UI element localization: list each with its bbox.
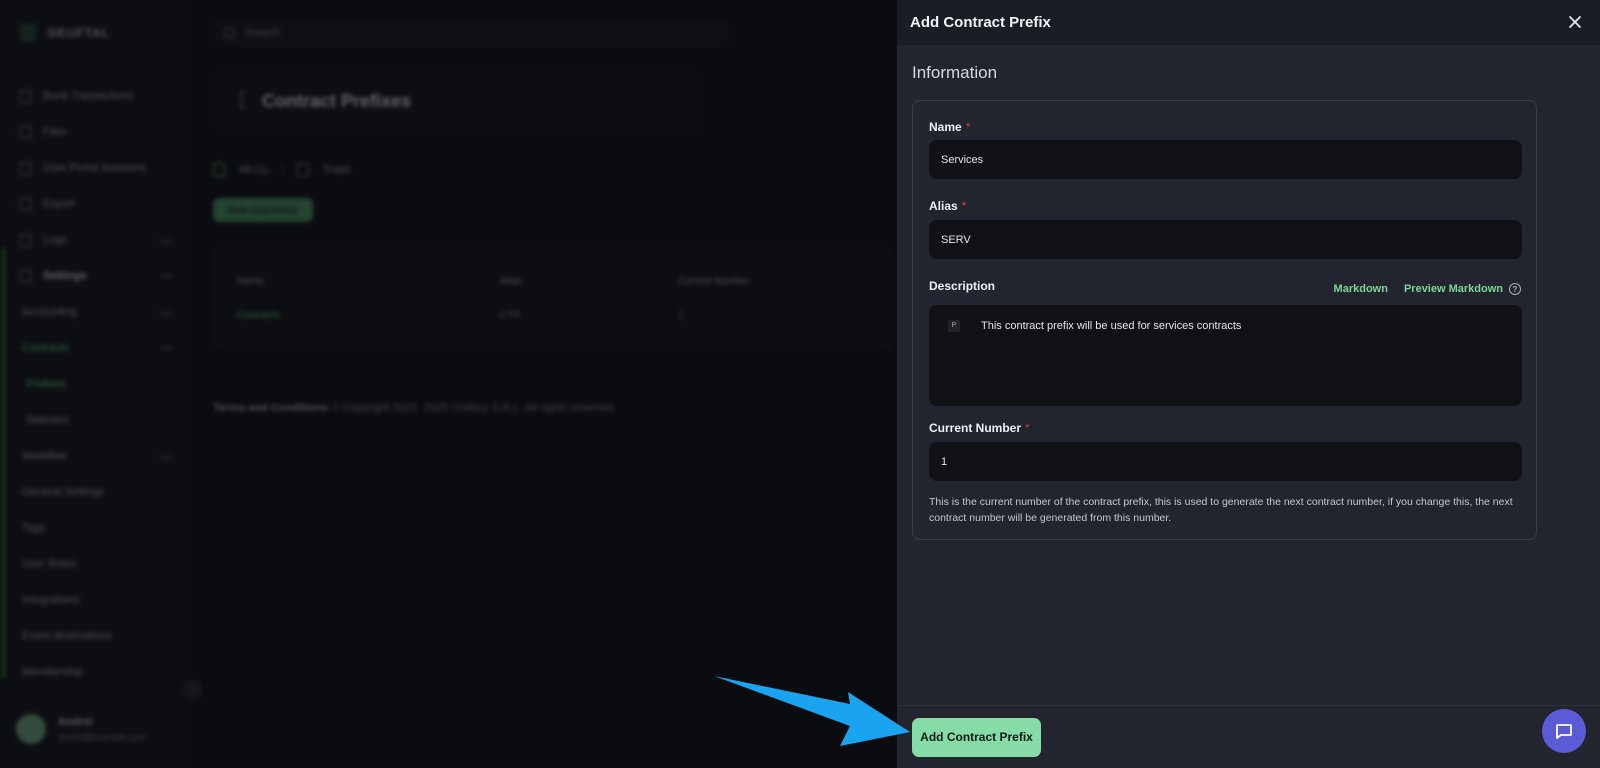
file-icon [20,125,31,139]
sidebar-item-files[interactable]: Files [0,114,190,150]
required-marker: * [1025,421,1030,435]
session-icon [20,161,31,175]
tab-bar: All (1) Trash [213,163,350,177]
table-cell-current-number: 1 [678,310,684,321]
chevron-up-icon [161,345,172,356]
markdown-toolbar: Markdown Preview Markdown ? [1334,283,1521,295]
sidebar-item-logs[interactable]: Logs [0,222,190,258]
settings-icon [20,269,31,283]
description-label: Description [929,279,996,293]
prefix-table: Name Alias Current Number Contracts CTR … [213,247,893,349]
preview-markdown-tab[interactable]: Preview Markdown [1404,283,1503,295]
table-cell-name[interactable]: Contracts [237,310,280,321]
chat-button[interactable] [1542,709,1586,753]
sidebar-nav: Bank Transactions Files User Portal Sess… [0,78,190,690]
panel-footer: Add Contract Prefix [897,705,1600,768]
close-button[interactable] [1564,11,1586,33]
current-number-help: This is the current number of the contra… [929,496,1513,524]
page-footer: Terms and Conditions © Copyright 2021- 2… [213,402,616,414]
sidebar-item-workflow[interactable]: Workflow [0,438,190,474]
chevron-down-icon [161,306,172,317]
paragraph-tag: P [948,320,960,332]
search-icon [224,27,235,39]
current-number-input[interactable] [929,442,1522,481]
file-icon [213,163,225,177]
close-icon [1569,16,1581,28]
column-header-alias[interactable]: Alias [500,276,522,287]
name-input[interactable] [929,140,1522,179]
panel-title: Add Contract Prefix [910,14,1051,31]
chevron-up-icon [161,273,172,284]
user-profile[interactable]: Andrei andrei@example.com [16,714,146,744]
trash-icon [296,163,309,177]
tab-trash[interactable]: Trash [323,164,351,176]
brand: DEUFTAL [20,24,110,42]
sidebar-item-bank-transactions[interactable]: Bank Transactions [0,78,190,114]
tab-all[interactable]: All (1) [239,164,268,176]
table-cell-alias: CTR [500,310,521,321]
column-header-current-number[interactable]: Current Number [678,276,750,287]
alias-label: Alias * [929,199,967,213]
information-card: Name* Alias* Description Markdown Previe… [912,100,1537,540]
chevron-down-icon [161,234,172,245]
avatar [16,714,46,744]
sidebar-item-statuses[interactable]: Statuses [0,402,190,438]
description-text[interactable]: This contract prefix will be used for se… [981,320,1241,332]
user-email: andrei@example.com [58,732,146,742]
user-name: Andrei [58,716,93,728]
sidebar-item-prefixes[interactable]: Prefixes [0,366,190,402]
name-label: Name * [929,120,971,134]
brand-name: DEUFTAL [48,26,111,40]
search-placeholder: Search [245,27,280,39]
sidebar-item-export[interactable]: Export [0,186,190,222]
logs-icon [20,233,31,247]
sidebar-item-settings[interactable]: Settings [0,258,190,294]
sidebar-item-event-destinations[interactable]: Event destinations [0,618,190,654]
sidebar-item-general-settings[interactable]: General Settings [0,474,190,510]
terms-link[interactable]: Terms and Conditions [213,402,328,414]
bulk-operations-button[interactable]: Bulk Operations [213,198,313,222]
required-marker: * [961,199,967,213]
column-header-name[interactable]: Name [237,276,264,287]
search-input[interactable]: Search [214,18,729,48]
sidebar: DEUFTAL Bank Transactions Files User Por… [0,0,190,768]
bank-icon [20,89,31,103]
sidebar-item-membership[interactable]: Membership [0,654,190,690]
sidebar-item-tags[interactable]: Tags [0,510,190,546]
export-icon [20,197,31,211]
collapse-sidebar-button[interactable]: ‹ [183,680,203,700]
add-contract-prefix-button[interactable]: Add Contract Prefix [912,718,1041,757]
alias-input[interactable] [929,220,1522,259]
required-marker: * [965,120,971,134]
sidebar-item-contracts[interactable]: Contracts [0,330,190,366]
section-title: Information [912,63,998,82]
page-title: Contract Prefixes [262,91,412,111]
chat-icon [1556,724,1572,739]
current-number-label: Current Number * [929,421,1030,435]
sidebar-item-accounting[interactable]: Accounting [0,294,190,330]
chevron-down-icon [161,450,172,461]
panel-header: Add Contract Prefix [897,0,1600,45]
sidebar-item-user-portal-sessions[interactable]: User Portal Sessions [0,150,190,186]
sidebar-item-user-roles[interactable]: User Roles [0,546,190,582]
menu-dots-icon[interactable] [240,92,243,108]
add-contract-prefix-panel: Add Contract Prefix Information Name* Al… [897,0,1600,768]
copyright-text: © Copyright 2021- 2026 Onlihuy S.R.L. Al… [331,402,616,414]
annotation-arrow-icon [714,676,910,746]
divider [281,164,283,176]
markdown-tab[interactable]: Markdown [1334,283,1388,295]
brand-logo-icon [20,24,36,42]
description-editor[interactable]: P This contract prefix will be used for … [929,305,1522,406]
sidebar-item-integrations[interactable]: Integrations [0,582,190,618]
nav-active-bar [2,248,5,678]
help-icon[interactable]: ? [1509,283,1521,295]
